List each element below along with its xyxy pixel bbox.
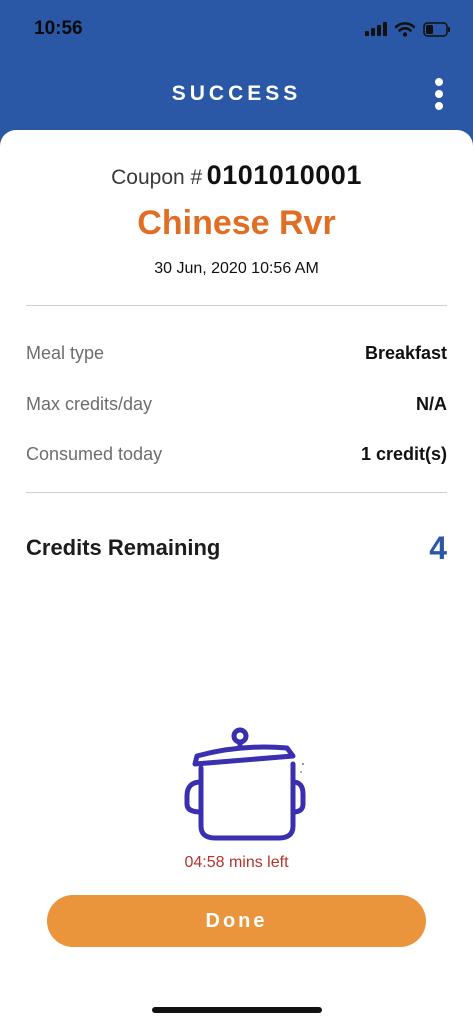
detail-value: N/A (416, 393, 447, 414)
battery-icon (423, 21, 450, 37)
coupon-number: 0101010001 (206, 160, 362, 190)
divider (26, 492, 447, 493)
divider (26, 305, 447, 306)
detail-row-max-credits: Max credits/day N/A (26, 389, 447, 419)
timer-text: 04:58 mins left (184, 854, 289, 871)
detail-label: Max credits/day (26, 393, 153, 414)
coupon-line: Coupon # 0101010001 (0, 160, 473, 191)
credits-remaining-row: Credits Remaining 4 (26, 528, 447, 568)
wifi-icon (395, 21, 415, 37)
status-bar: 10:56 (0, 0, 473, 60)
app-header: SUCCESS (0, 60, 473, 130)
kebab-menu-icon[interactable] (431, 78, 447, 110)
coupon-timestamp: 30 Jun, 2020 10:56 AM (154, 260, 319, 277)
detail-value: Breakfast (364, 342, 447, 363)
detail-row-meal-type: Meal type Breakfast (26, 338, 447, 368)
kebab-dot (435, 78, 443, 86)
status-time: 10:56 (34, 18, 83, 39)
cooking-pot-icon (184, 727, 306, 841)
detail-label: Consumed today (26, 443, 163, 464)
credits-remaining-value: 4 (429, 529, 447, 566)
coupon-label: Coupon # (111, 166, 203, 189)
detail-label: Meal type (26, 342, 105, 363)
kebab-dot (435, 90, 443, 98)
detail-row-consumed-today: Consumed today 1 credit(s) (26, 439, 447, 469)
done-button[interactable]: Done (47, 895, 426, 947)
status-icons (365, 20, 451, 38)
kebab-dot (435, 102, 443, 110)
detail-value: 1 credit(s) (360, 443, 447, 464)
home-indicator[interactable] (152, 1007, 322, 1013)
page-title: SUCCESS (171, 82, 302, 105)
vendor-name: Chinese Rvr (137, 204, 336, 242)
credits-remaining-label: Credits Remaining (26, 535, 221, 560)
cellular-signal-icon (365, 22, 387, 36)
coupon-card: Coupon # 0101010001 Chinese Rvr 30 Jun, … (0, 130, 473, 1024)
